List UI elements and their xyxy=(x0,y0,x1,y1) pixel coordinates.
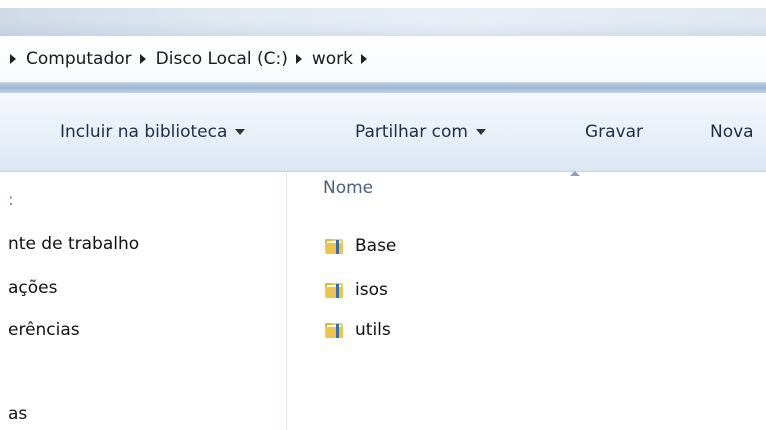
toolbar-separator-band xyxy=(0,83,766,93)
file-name: isos xyxy=(355,280,388,300)
nav-item-recent-places[interactable]: erências xyxy=(8,320,80,340)
folder-icon xyxy=(325,323,343,338)
breadcrumb-arrow-icon[interactable] xyxy=(139,54,146,64)
share-with-label: Partilhar com xyxy=(355,122,468,142)
new-folder-label: Nova xyxy=(710,122,754,142)
burn-button[interactable]: Gravar xyxy=(585,93,643,171)
chevron-down-icon xyxy=(475,129,486,135)
list-item[interactable]: utils xyxy=(323,316,391,344)
share-with-button[interactable]: Partilhar com xyxy=(355,93,486,171)
folder-icon xyxy=(325,283,343,298)
breadcrumb-arrow-icon[interactable] xyxy=(10,54,16,64)
include-in-library-button[interactable]: Incluir na biblioteca xyxy=(60,93,246,171)
breadcrumb-arrow-icon[interactable] xyxy=(360,54,367,64)
include-in-library-label: Incluir na biblioteca xyxy=(60,122,228,142)
list-item[interactable]: isos xyxy=(323,276,388,304)
breadcrumb[interactable]: Computador Disco Local (C:) work xyxy=(6,36,377,82)
breadcrumb-local-disk[interactable]: Disco Local (C:) xyxy=(156,49,288,69)
command-toolbar: Incluir na biblioteca Partilhar com Grav… xyxy=(0,93,766,172)
sort-ascending-icon xyxy=(570,171,580,176)
folder-icon xyxy=(325,239,343,254)
window-title-strip xyxy=(0,0,766,36)
chevron-down-icon xyxy=(235,129,246,135)
list-item[interactable]: Base xyxy=(323,232,396,260)
breadcrumb-arrow-icon[interactable] xyxy=(295,54,302,64)
column-header-name[interactable]: Nome xyxy=(323,178,373,198)
address-bar[interactable]: Computador Disco Local (C:) work xyxy=(0,36,766,83)
new-folder-button[interactable]: Nova xyxy=(710,93,754,171)
navigation-pane[interactable]: : nte de trabalho ações erências as xyxy=(0,172,287,430)
breadcrumb-work[interactable]: work xyxy=(312,49,353,69)
file-name: Base xyxy=(355,236,397,256)
file-list-pane[interactable]: Nome Base isos utils xyxy=(287,171,766,430)
aero-glass-band xyxy=(0,8,766,36)
nav-item-libraries[interactable]: as xyxy=(8,404,27,424)
nav-item-favorites-fragment[interactable]: : xyxy=(8,190,14,210)
breadcrumb-computer[interactable]: Computador xyxy=(26,49,132,69)
file-name: utils xyxy=(355,320,391,340)
nav-item-downloads[interactable]: ações xyxy=(8,278,57,298)
nav-item-desktop[interactable]: nte de trabalho xyxy=(8,234,139,254)
burn-label: Gravar xyxy=(585,122,644,142)
